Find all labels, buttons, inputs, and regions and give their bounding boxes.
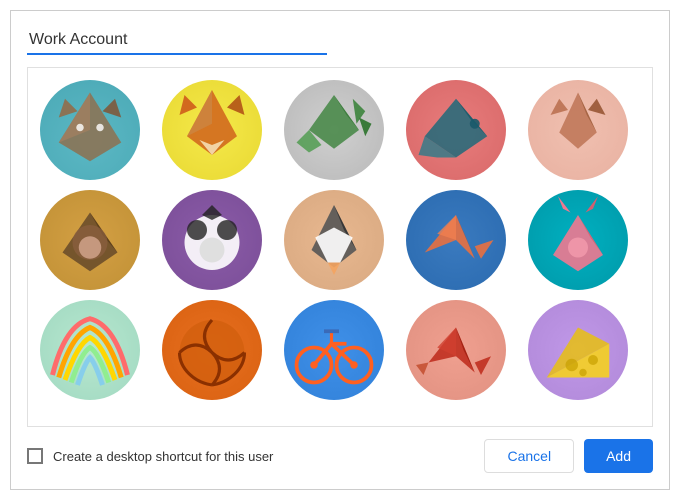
avatar-1[interactable]: [40, 80, 140, 180]
avatar-scroll-area: [27, 67, 653, 427]
avatar-13[interactable]: [284, 300, 384, 400]
desktop-shortcut-label[interactable]: Create a desktop shortcut for this user: [27, 448, 273, 464]
avatar-6[interactable]: [40, 190, 140, 290]
avatar-15[interactable]: [528, 300, 628, 400]
cancel-button[interactable]: Cancel: [484, 439, 574, 473]
desktop-shortcut-checkbox[interactable]: [27, 448, 43, 464]
avatar-4[interactable]: [406, 80, 506, 180]
avatar-11[interactable]: [40, 300, 140, 400]
add-user-dialog: Create a desktop shortcut for this user …: [10, 10, 670, 490]
avatar-2[interactable]: [162, 80, 262, 180]
desktop-shortcut-text: Create a desktop shortcut for this user: [53, 449, 273, 464]
avatar-3[interactable]: [284, 80, 384, 180]
avatar-12[interactable]: [162, 300, 262, 400]
avatar-5[interactable]: [528, 80, 628, 180]
avatar-9[interactable]: [406, 190, 506, 290]
avatar-8[interactable]: [284, 190, 384, 290]
avatar-7[interactable]: [162, 190, 262, 290]
dialog-footer: Create a desktop shortcut for this user …: [27, 439, 653, 473]
action-buttons: Cancel Add: [484, 439, 653, 473]
add-button[interactable]: Add: [584, 439, 653, 473]
avatar-10[interactable]: [528, 190, 628, 290]
avatar-14[interactable]: [406, 300, 506, 400]
avatar-grid-wrapper[interactable]: [28, 68, 652, 426]
name-input-container: [27, 27, 653, 55]
avatar-grid: [40, 80, 640, 400]
name-input[interactable]: [27, 27, 327, 55]
